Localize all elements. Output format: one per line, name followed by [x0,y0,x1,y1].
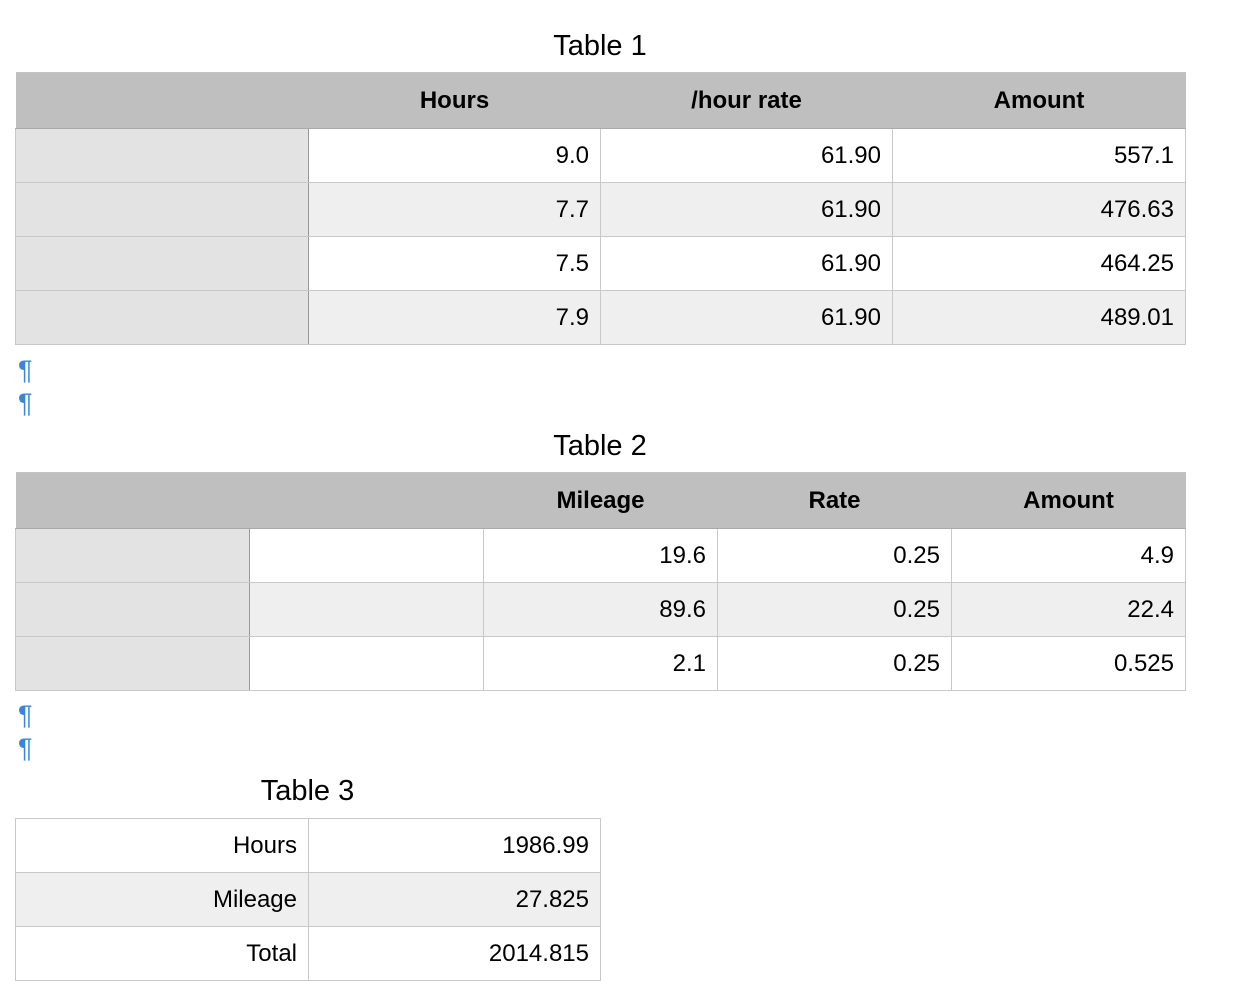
table-cell[interactable]: 61.90 [600,128,893,183]
table-1[interactable]: Hours /hour rate Amount 9.0 61.90 557.1 … [15,72,1186,345]
table-3-title: Table 3 [260,775,355,807]
paragraph-mark: ¶ [18,355,33,385]
table-cell[interactable]: 22.4 [951,582,1186,637]
table-cell[interactable]: 7.7 [308,182,601,237]
table-row: 9.0 61.90 557.1 [15,128,1186,183]
table-cell[interactable]: 0.25 [717,636,952,691]
table-row: Hours 1986.99 [15,818,601,873]
table-cell[interactable] [249,528,484,583]
table-cell-label[interactable]: Hours [15,818,309,873]
table-3[interactable]: Hours 1986.99 Mileage 27.825 Total 2014.… [15,818,601,981]
table-cell[interactable]: 0.525 [951,636,1186,691]
table-cell[interactable] [15,528,250,583]
table-cell[interactable]: 2.1 [483,636,718,691]
table-cell[interactable]: 7.9 [308,290,601,345]
table-row: 7.7 61.90 476.63 [15,182,1186,237]
table-cell[interactable]: 27.825 [308,872,601,927]
table-cell[interactable] [15,182,309,237]
table-cell[interactable] [15,128,309,183]
table-cell[interactable]: 61.90 [600,182,893,237]
table-cell[interactable]: 0.25 [717,528,952,583]
table-2-header-row: Mileage Rate Amount [15,472,1186,529]
table-cell[interactable]: 4.9 [951,528,1186,583]
table-cell[interactable]: 61.90 [600,290,893,345]
table-row: 7.9 61.90 489.01 [15,290,1186,345]
table-2-title: Table 2 [553,430,647,462]
table-2-header-blank[interactable] [249,472,484,529]
table-cell[interactable]: 61.90 [600,236,893,291]
table-2-header-mileage[interactable]: Mileage [483,472,718,529]
table-cell[interactable]: 464.25 [892,236,1186,291]
table-cell[interactable]: 89.6 [483,582,718,637]
table-row: Mileage 27.825 [15,872,601,927]
table-cell[interactable]: 557.1 [892,128,1186,183]
table-2-header-corner[interactable] [15,472,250,529]
table-cell[interactable] [15,636,250,691]
table-row: 19.6 0.25 4.9 [15,528,1186,583]
table-row: 89.6 0.25 22.4 [15,582,1186,637]
table-cell[interactable] [15,582,250,637]
table-row: 2.1 0.25 0.525 [15,636,1186,691]
table-1-title: Table 1 [553,30,647,62]
table-cell[interactable] [249,636,484,691]
table-cell[interactable]: 476.63 [892,182,1186,237]
table-cell[interactable]: 9.0 [308,128,601,183]
table-2-header-rate[interactable]: Rate [717,472,952,529]
table-cell[interactable] [15,236,309,291]
table-cell[interactable] [249,582,484,637]
table-cell-label[interactable]: Total [15,926,309,981]
table-cell[interactable]: 19.6 [483,528,718,583]
table-cell-label[interactable]: Mileage [15,872,309,927]
table-cell[interactable]: 2014.815 [308,926,601,981]
table-1-header-row: Hours /hour rate Amount [15,72,1186,129]
table-1-header-amount[interactable]: Amount [892,72,1186,129]
table-cell[interactable]: 489.01 [892,290,1186,345]
table-row: Total 2014.815 [15,926,601,981]
paragraph-mark: ¶ [18,700,33,730]
paragraph-mark: ¶ [18,388,33,418]
table-cell[interactable]: 1986.99 [308,818,601,873]
table-row: 7.5 61.90 464.25 [15,236,1186,291]
table-cell[interactable]: 0.25 [717,582,952,637]
table-1-header-rate[interactable]: /hour rate [600,72,893,129]
table-1-header-corner[interactable] [15,72,309,129]
table-2-header-amount[interactable]: Amount [951,472,1186,529]
table-1-header-hours[interactable]: Hours [308,72,601,129]
paragraph-mark: ¶ [18,733,33,763]
table-cell[interactable] [15,290,309,345]
table-cell[interactable]: 7.5 [308,236,601,291]
table-2[interactable]: Mileage Rate Amount 19.6 0.25 4.9 89.6 0… [15,472,1186,691]
